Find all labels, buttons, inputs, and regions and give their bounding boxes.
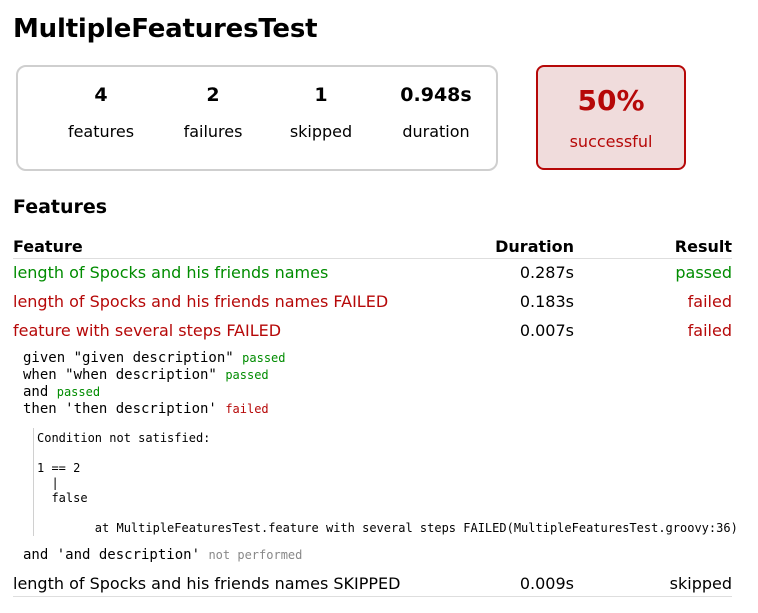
success-rate-box: 50% successful (536, 65, 686, 170)
skipped-count: 1 (314, 84, 328, 106)
feature-name: length of Spocks and his friends names (13, 263, 329, 282)
feature-name: feature with several steps FAILED (13, 321, 282, 340)
page-title: MultipleFeaturesTest (13, 14, 318, 44)
duration-value: 0.948s (400, 84, 472, 106)
feature-block: and passed (23, 384, 100, 401)
feature-block: when "when description" passed (23, 367, 269, 384)
features-label: features (67, 122, 135, 141)
failures-count: 2 (206, 84, 220, 106)
block-text: when "when description" (23, 367, 217, 383)
feature-duration: 0.287s (519, 263, 574, 282)
feature-duration: 0.183s (519, 292, 574, 311)
feature-result: skipped (669, 574, 732, 593)
features-section-title: Features (13, 196, 108, 218)
feature-column-header: Feature (13, 237, 83, 256)
error-line: | (37, 476, 59, 490)
summary-box: 4 features 2 failures 1 skipped 0.948s d… (16, 65, 498, 171)
success-rate-value: 50% (577, 84, 645, 117)
block-status: passed (225, 368, 269, 382)
features-table-header: Feature Duration Result (13, 236, 732, 259)
feature-row: feature with several steps FAILED 0.007s… (13, 319, 732, 343)
block-text: given "given description" (23, 350, 234, 366)
block-status: passed (242, 351, 286, 365)
block-text: and 'and description' (23, 547, 201, 563)
feature-row: length of Spocks and his friends names 0… (13, 261, 732, 285)
feature-name: length of Spocks and his friends names S… (13, 574, 401, 593)
skipped-label: skipped (289, 122, 353, 141)
feature-result: passed (675, 263, 732, 282)
features-count: 4 (94, 84, 108, 106)
failures-label: failures (183, 122, 243, 141)
success-rate-label: successful (569, 132, 653, 151)
feature-name: length of Spocks and his friends names F… (13, 292, 389, 311)
block-text: then 'then description' (23, 401, 217, 417)
feature-result: failed (687, 321, 732, 340)
block-text: and (23, 384, 49, 400)
feature-duration: 0.007s (519, 321, 574, 340)
feature-duration: 0.009s (519, 574, 574, 593)
duration-label: duration (402, 122, 470, 141)
feature-result: failed (687, 292, 732, 311)
error-line: 1 == 2 (37, 461, 81, 475)
block-status: passed (56, 385, 101, 399)
feature-block: then 'then description' failed (23, 401, 269, 418)
feature-block: given "given description" passed (23, 350, 286, 367)
error-line: false (37, 491, 88, 505)
stack-trace-line: at MultipleFeaturesTest.feature with sev… (37, 521, 738, 535)
block-status: not performed (208, 548, 303, 562)
failure-message-box: Condition not satisfied: 1 == 2 | false … (33, 428, 738, 536)
error-line: Condition not satisfied: (37, 431, 211, 445)
duration-column-header: Duration (495, 237, 574, 256)
feature-row: length of Spocks and his friends names F… (13, 290, 732, 314)
result-column-header: Result (674, 237, 732, 256)
feature-block: and 'and description' not performed (23, 547, 302, 564)
block-status: failed (225, 402, 269, 416)
feature-row: length of Spocks and his friends names S… (13, 572, 732, 597)
